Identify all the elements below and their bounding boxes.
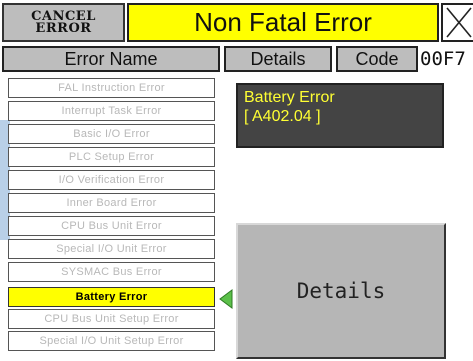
error-list-item[interactable]: FAL Instruction Error bbox=[8, 78, 215, 98]
column-header-error-name: Error Name bbox=[2, 46, 220, 72]
error-list-item[interactable]: CPU Bus Unit Error bbox=[8, 216, 215, 236]
error-list-item[interactable]: Special I/O Unit Setup Error bbox=[8, 331, 215, 351]
error-list-item[interactable]: Interrupt Task Error bbox=[8, 101, 215, 121]
error-code-value: 00F7 bbox=[420, 48, 466, 70]
error-screen: CANCEL ERROR Non Fatal Error Error Name … bbox=[0, 0, 473, 361]
close-button[interactable] bbox=[441, 3, 473, 42]
detail-error-address: [ A402.04 ] bbox=[244, 108, 321, 125]
error-detail-display: Battery Error [ A402.04 ] bbox=[236, 83, 444, 148]
error-list-item[interactable]: I/O Verification Error bbox=[8, 170, 215, 190]
detail-error-name: Battery Error bbox=[244, 89, 335, 106]
error-list-item[interactable]: PLC Setup Error bbox=[8, 147, 215, 167]
column-header-details: Details bbox=[224, 46, 332, 72]
error-list-item[interactable]: Basic I/O Error bbox=[8, 124, 215, 144]
error-list-item[interactable]: SYSMAC Bus Error bbox=[8, 262, 215, 282]
column-header-code: Code bbox=[336, 46, 418, 72]
error-list-item[interactable]: CPU Bus Unit Setup Error bbox=[8, 309, 215, 329]
error-list-item[interactable]: Battery Error bbox=[8, 287, 215, 307]
error-list-item[interactable]: Special I/O Unit Error bbox=[8, 239, 215, 259]
details-button[interactable]: Details bbox=[236, 223, 446, 359]
screen-title: Non Fatal Error bbox=[127, 3, 439, 42]
selection-pointer-icon bbox=[219, 289, 233, 309]
error-list-item[interactable]: Inner Board Error bbox=[8, 193, 215, 213]
close-x-icon bbox=[446, 7, 472, 38]
cancel-error-button[interactable]: CANCEL ERROR bbox=[2, 3, 125, 42]
